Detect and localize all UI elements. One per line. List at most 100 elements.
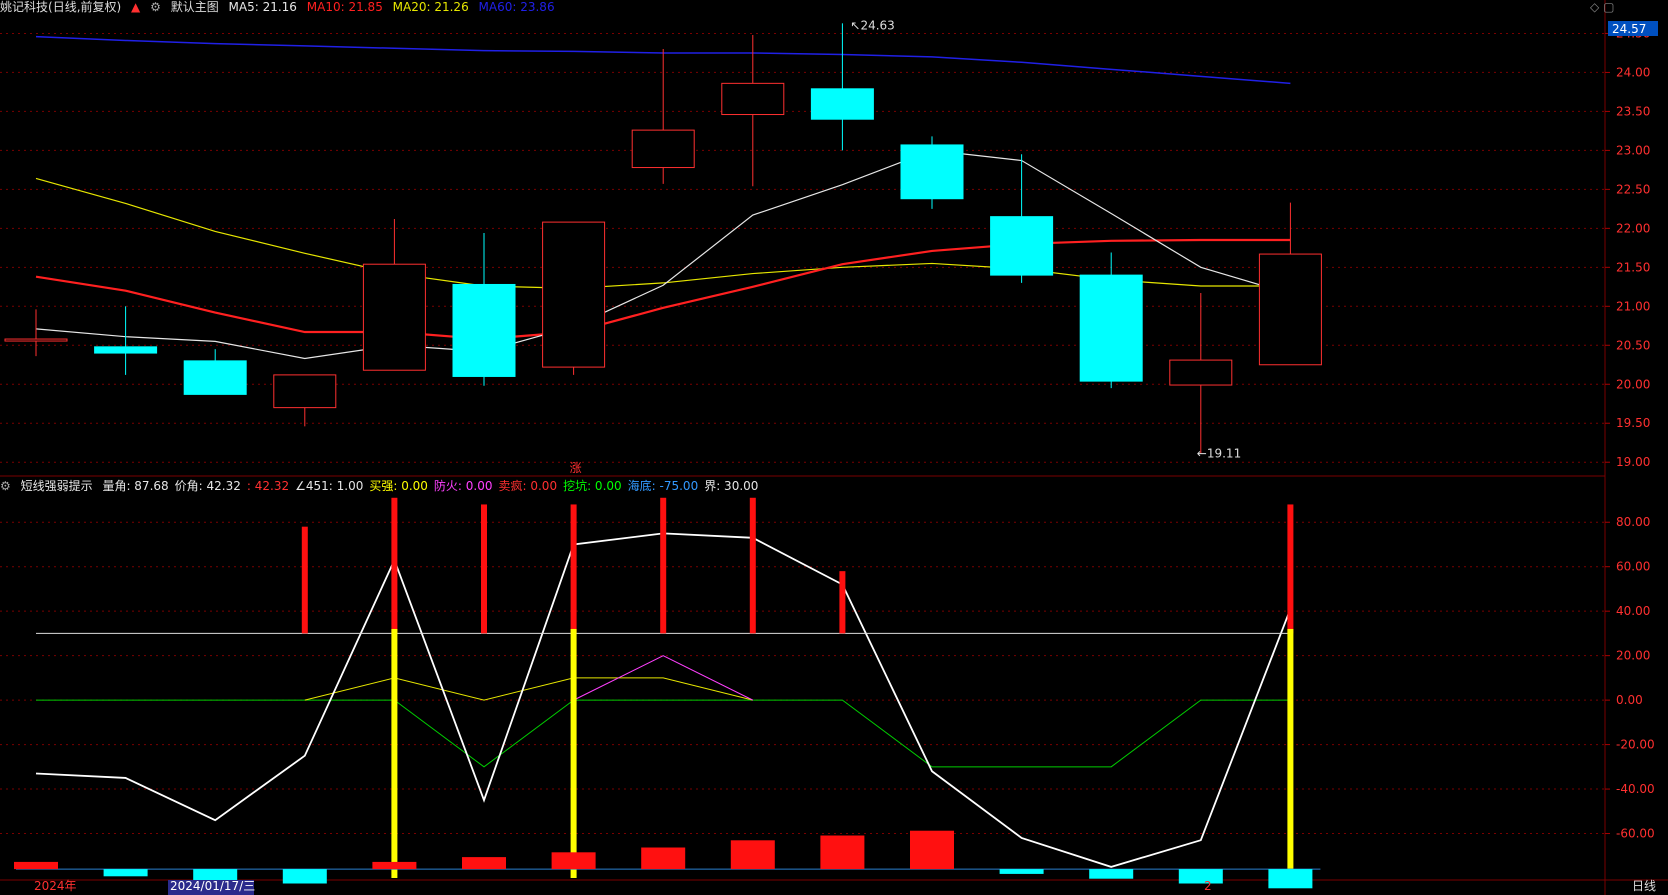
indicator-value-7: 挖坑: 0.00 (563, 479, 622, 493)
up-arrow-icon: ▲ (131, 0, 141, 14)
ma10-legend: MA10: 21.85 (306, 0, 383, 14)
price-tick-label: 21.50 (1616, 260, 1650, 274)
red-signal-bar (839, 571, 846, 634)
period-label: 日线 (1632, 879, 1656, 893)
candle-body (452, 283, 516, 377)
rise-marker: 涨 (570, 460, 582, 475)
indicator-value-1: 价角: 42.32 (174, 479, 241, 493)
indicator-value-9: 界: 30.00 (704, 479, 759, 493)
candle-body (721, 82, 785, 116)
histogram-bar (641, 847, 686, 870)
indicator-tick-label: 60.00 (1616, 560, 1650, 574)
indicator-value-6: 卖疯: 0.00 (498, 479, 558, 493)
indicator-tick-label: -20.00 (1616, 738, 1655, 752)
candle-body (1258, 253, 1322, 366)
yellow-signal-bar (570, 628, 577, 878)
histogram-bar (462, 857, 506, 870)
histogram-bar (910, 830, 954, 870)
price-tick-label: 24.00 (1616, 65, 1650, 79)
indicator-value-0: 量角: 87.68 (102, 479, 169, 493)
current-price-text: 24.57 (1612, 22, 1646, 36)
indicator-name[interactable]: 短线强弱提示 (21, 479, 93, 493)
indicator-value-8: 海底: -75.00 (627, 479, 699, 493)
red-signal-bar (749, 497, 756, 634)
candle-body (4, 338, 68, 342)
candlesticks[interactable]: ↖24.63 ←19.11 涨 (4, 18, 1322, 475)
month-label: 2 (1204, 879, 1212, 893)
indicator-tick-label: 40.00 (1616, 604, 1650, 618)
indicator-plot (14, 497, 1321, 889)
indicator-tick-label: 0.00 (1616, 693, 1643, 707)
candle-body (1079, 274, 1143, 382)
candle-body (990, 216, 1054, 276)
diamond-icon[interactable]: ◇ (1590, 0, 1599, 14)
histogram-bar (1268, 869, 1313, 889)
yellow-line (304, 677, 753, 701)
candle-body (273, 374, 337, 409)
candle-body (94, 346, 158, 354)
histogram-bar (1089, 869, 1134, 879)
gear-icon[interactable]: ⚙ (150, 0, 161, 14)
price-axis: 24.5024.0023.5023.0022.5022.0021.5021.00… (34, 21, 1658, 895)
ma5-legend: MA5: 21.16 (228, 0, 297, 14)
chart-header: 姚记科技(日线,前复权) ▲ ⚙ 默认主图 MA5: 21.16 MA10: 2… (0, 0, 561, 14)
window-controls: ◇ ▢ (1590, 0, 1614, 14)
histogram-bar (282, 869, 327, 884)
indicator-tick-label: 80.00 (1616, 515, 1650, 529)
red-signal-bar (481, 504, 487, 634)
indicator-value-2: : 42.32 (246, 479, 290, 493)
chart-mode: (日线,前复权) (48, 0, 122, 14)
histogram-bar (14, 861, 58, 870)
grid-lines (0, 0, 1668, 895)
indicator-tick-label: -40.00 (1616, 782, 1655, 796)
stock-name[interactable]: 姚记科技 (0, 0, 48, 14)
indicator-values: 量角: 87.68 价角: 42.32 : 42.32 ∠451: 1.00 买强: 0… (102, 479, 764, 493)
price-tick-label: 21.00 (1616, 299, 1650, 313)
maximize-icon[interactable]: ▢ (1603, 0, 1614, 14)
indicator-header: ⚙ 短线强弱提示 量角: 87.68 价角: 42.32 : 42.32 ∠451: … (0, 478, 770, 494)
red-signal-bar (301, 526, 308, 634)
green-line (36, 699, 1291, 768)
gear-icon[interactable]: ⚙ (0, 479, 11, 493)
histogram-bar (730, 840, 775, 870)
candle-body (183, 360, 247, 395)
indicator-tick-label: 20.00 (1616, 649, 1650, 663)
histogram-bar (1178, 869, 1223, 884)
indicator-tick-label: -60.00 (1616, 827, 1655, 841)
high-price-label: ↖24.63 (850, 18, 894, 32)
price-tick-label: 19.50 (1616, 416, 1650, 430)
candle-body (362, 263, 426, 371)
candle-body (900, 144, 964, 200)
ma20-line (35, 177, 1291, 289)
price-tick-label: 23.50 (1616, 104, 1650, 118)
cursor-date: 2024/01/17/三 (170, 879, 255, 893)
price-tick-label: 22.00 (1616, 221, 1650, 235)
candle-body (810, 88, 874, 120)
candle-body (1169, 359, 1233, 386)
chart-canvas[interactable]: ↖24.63←19.11涨 24.5024.0023.5023.0022.502… (0, 0, 1668, 895)
histogram-bar (999, 869, 1044, 874)
indicator-value-4: 买强: 0.00 (369, 479, 428, 493)
indicator-value-5: 防火: 0.00 (433, 479, 493, 493)
histogram-bar (372, 861, 417, 870)
price-tick-label: 19.00 (1616, 455, 1650, 469)
yellow-signal-bar (391, 628, 398, 878)
template-name[interactable]: 默认主图 (171, 0, 219, 14)
price-tick-label: 20.00 (1616, 377, 1650, 391)
yellow-signal-bar (1287, 628, 1294, 878)
histogram-bar (103, 869, 148, 877)
red-signal-bar (660, 497, 667, 634)
price-tick-label: 22.50 (1616, 182, 1650, 196)
ma20-legend: MA20: 21.26 (392, 0, 469, 14)
candle-body (631, 129, 695, 169)
indicator-value-3: ∠451: 1.00 (295, 479, 364, 493)
histogram-bar (551, 852, 596, 870)
price-tick-label: 20.50 (1616, 338, 1650, 352)
price-tick-label: 23.00 (1616, 143, 1650, 157)
histogram-bar (820, 835, 865, 870)
candle-body (542, 221, 606, 368)
red-signal-bar (1287, 504, 1294, 634)
red-signal-bar (570, 504, 577, 634)
low-price-label: ←19.11 (1197, 447, 1241, 461)
year-label: 2024年 (34, 879, 77, 893)
